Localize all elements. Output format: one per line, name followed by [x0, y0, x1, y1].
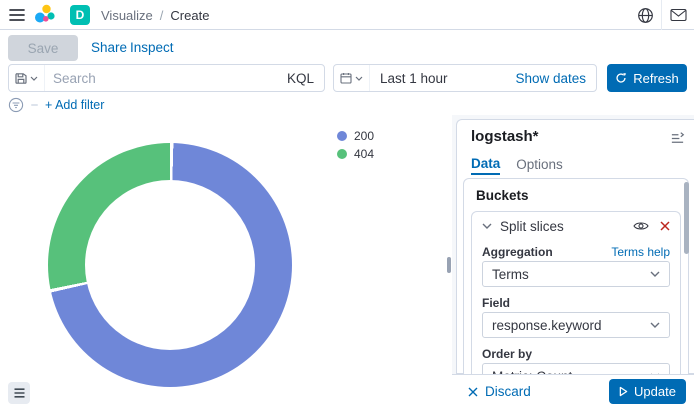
split-slices-group: Split slices	[471, 211, 681, 375]
legend-toggle-button[interactable]	[8, 382, 30, 404]
chevron-down-icon	[650, 271, 660, 277]
legend-item[interactable]: 200	[337, 127, 374, 145]
calendar-icon	[340, 72, 352, 84]
space-badge[interactable]: D	[70, 5, 90, 25]
vis-editor-panel: logstash* Data Options Buckets Split sli…	[456, 119, 694, 374]
index-pattern-title: logstash*	[471, 128, 539, 145]
bucket-form: Aggregation Terms help Terms Field	[472, 240, 680, 375]
time-picker-calendar-button[interactable]	[334, 65, 370, 91]
field-value: response.keyword	[492, 318, 602, 333]
donut-chart-hole	[85, 180, 255, 350]
update-label: Update	[634, 384, 676, 399]
legend-swatch	[337, 131, 347, 141]
top-navigation-bar: D Visualize / Create	[0, 0, 694, 30]
editor-footer: Discard Update	[452, 374, 694, 408]
field-group: Field response.keyword	[482, 297, 670, 338]
query-language-toggle[interactable]: KQL	[287, 71, 324, 86]
elastic-logo-icon[interactable]	[34, 4, 56, 26]
query-bar: KQL	[8, 64, 325, 92]
time-range-value[interactable]: Last 1 hour	[370, 71, 448, 86]
order-by-label: Order by	[482, 348, 532, 360]
breadcrumb-visualize[interactable]: Visualize	[101, 8, 153, 23]
panel-resize-handle[interactable]	[447, 257, 451, 273]
tab-options[interactable]: Options	[516, 153, 563, 175]
pinned-filters-icon[interactable]	[8, 97, 24, 113]
chart-legend: 200 404	[337, 127, 374, 163]
chevron-down-icon	[355, 76, 363, 81]
share-button[interactable]: Share	[91, 40, 127, 55]
field-label: Field	[482, 297, 510, 309]
tab-data[interactable]: Data	[471, 153, 500, 175]
breadcrumb-separator: /	[160, 8, 164, 23]
play-icon	[619, 386, 628, 397]
menu-icon[interactable]	[8, 7, 26, 23]
order-by-group: Order by Metric: Count	[482, 348, 670, 375]
chevron-down-icon	[30, 76, 38, 81]
update-button[interactable]: Update	[609, 379, 686, 404]
refresh-button[interactable]: Refresh	[607, 64, 687, 92]
discard-label: Discard	[485, 384, 531, 399]
show-dates-button[interactable]: Show dates	[515, 71, 596, 86]
terms-help-link[interactable]: Terms help	[611, 246, 670, 258]
list-icon	[14, 388, 25, 398]
buckets-heading: Buckets	[476, 188, 676, 203]
collapse-sidebar-icon[interactable]	[668, 129, 686, 147]
remove-bucket-close-icon[interactable]	[660, 221, 670, 231]
search-input[interactable]	[45, 71, 287, 86]
add-filter-button[interactable]: + Add filter	[45, 98, 104, 112]
time-picker: Last 1 hour Show dates	[333, 64, 597, 92]
breadcrumb: Visualize / Create	[101, 0, 209, 30]
field-select[interactable]: response.keyword	[482, 312, 670, 338]
breadcrumb-create: Create	[170, 8, 209, 23]
sidebar-tabs: Data Options	[471, 153, 563, 175]
discard-button[interactable]: Discard	[468, 384, 531, 399]
newsfeed-mail-icon[interactable]	[662, 0, 694, 30]
aggregation-select[interactable]: Terms	[482, 261, 670, 287]
aggregation-label: Aggregation	[482, 246, 553, 258]
filter-bar: + Add filter	[8, 95, 104, 115]
save-icon	[15, 72, 27, 84]
split-slices-row[interactable]: Split slices	[472, 212, 680, 240]
chevron-down-icon	[650, 322, 660, 328]
kibana-visualize-screen: D Visualize / Create Save Share Inspect	[0, 0, 694, 408]
inspect-button[interactable]: Inspect	[130, 40, 174, 55]
toggle-visibility-eye-icon[interactable]	[633, 220, 649, 232]
legend-swatch	[337, 149, 347, 159]
refresh-icon	[615, 72, 627, 84]
save-button[interactable]: Save	[8, 35, 78, 61]
sidebar-scrollbar[interactable]	[684, 182, 689, 254]
close-icon	[468, 387, 478, 397]
filter-divider	[31, 104, 38, 106]
legend-label: 404	[354, 147, 374, 161]
legend-label: 200	[354, 129, 374, 143]
split-slices-label: Split slices	[500, 219, 564, 234]
header-actions	[629, 0, 694, 30]
aggregation-field-group: Aggregation Terms help Terms	[482, 246, 670, 287]
aggregation-value: Terms	[492, 267, 529, 282]
help-globe-icon[interactable]	[629, 0, 661, 30]
chevron-down-icon	[482, 223, 492, 229]
buckets-card: Buckets Split slices	[463, 178, 689, 375]
refresh-label: Refresh	[633, 71, 679, 86]
saved-query-menu-button[interactable]	[9, 65, 45, 91]
legend-item[interactable]: 404	[337, 145, 374, 163]
